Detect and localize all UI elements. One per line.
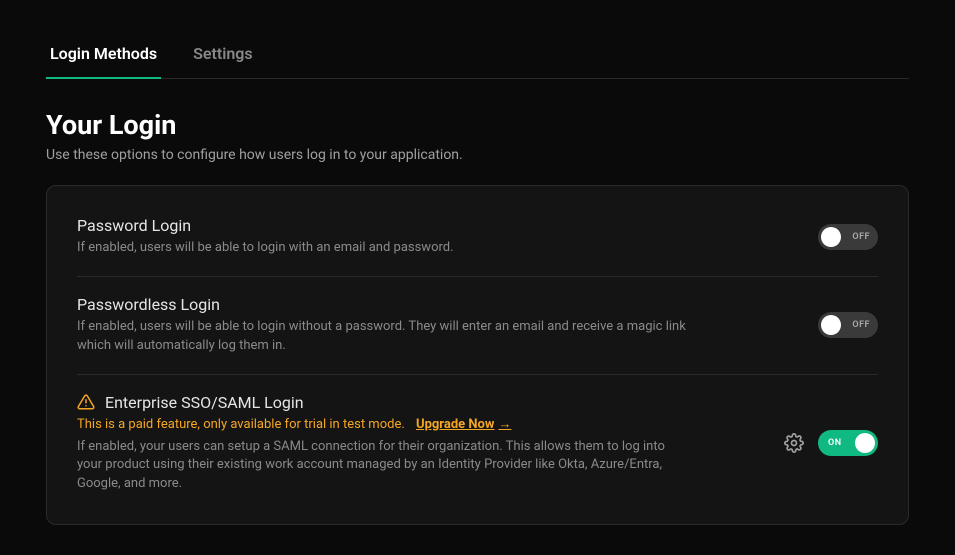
paid-notice: This is a paid feature, only available f…	[77, 417, 405, 432]
toggle-sso-login[interactable]: ON	[818, 430, 878, 456]
page-subtitle: Use these options to configure how users…	[46, 147, 909, 163]
row-title-sso: Enterprise SSO/SAML Login	[105, 393, 304, 412]
toggle-label: ON	[828, 438, 842, 448]
tabs: Login Methods Settings	[46, 30, 909, 79]
toggle-knob	[821, 315, 841, 335]
warning-icon	[77, 393, 95, 411]
toggle-label: OFF	[852, 232, 870, 242]
upgrade-now-link[interactable]: Upgrade Now→	[416, 417, 511, 432]
tab-settings[interactable]: Settings	[189, 30, 257, 79]
toggle-password-login[interactable]: OFF	[818, 224, 878, 250]
row-title-password: Password Login	[77, 216, 687, 235]
arrow-right-icon: →	[498, 417, 511, 432]
toggle-passwordless-login[interactable]: OFF	[818, 312, 878, 338]
tab-login-methods[interactable]: Login Methods	[46, 30, 161, 79]
row-desc-passwordless: If enabled, users will be able to login …	[77, 318, 687, 356]
row-passwordless-login: Passwordless Login If enabled, users wil…	[77, 277, 878, 375]
row-password-login: Password Login If enabled, users will be…	[77, 198, 878, 277]
login-methods-card: Password Login If enabled, users will be…	[46, 185, 909, 525]
page-title: Your Login	[46, 109, 909, 141]
row-desc-sso: If enabled, your users can setup a SAML …	[77, 438, 687, 495]
toggle-knob	[855, 433, 875, 453]
toggle-label: OFF	[852, 320, 870, 330]
row-desc-password: If enabled, users will be able to login …	[77, 239, 687, 258]
toggle-knob	[821, 227, 841, 247]
gear-icon[interactable]	[784, 433, 804, 453]
row-title-passwordless: Passwordless Login	[77, 295, 687, 314]
row-sso-login: Enterprise SSO/SAML Login This is a paid…	[77, 375, 878, 513]
